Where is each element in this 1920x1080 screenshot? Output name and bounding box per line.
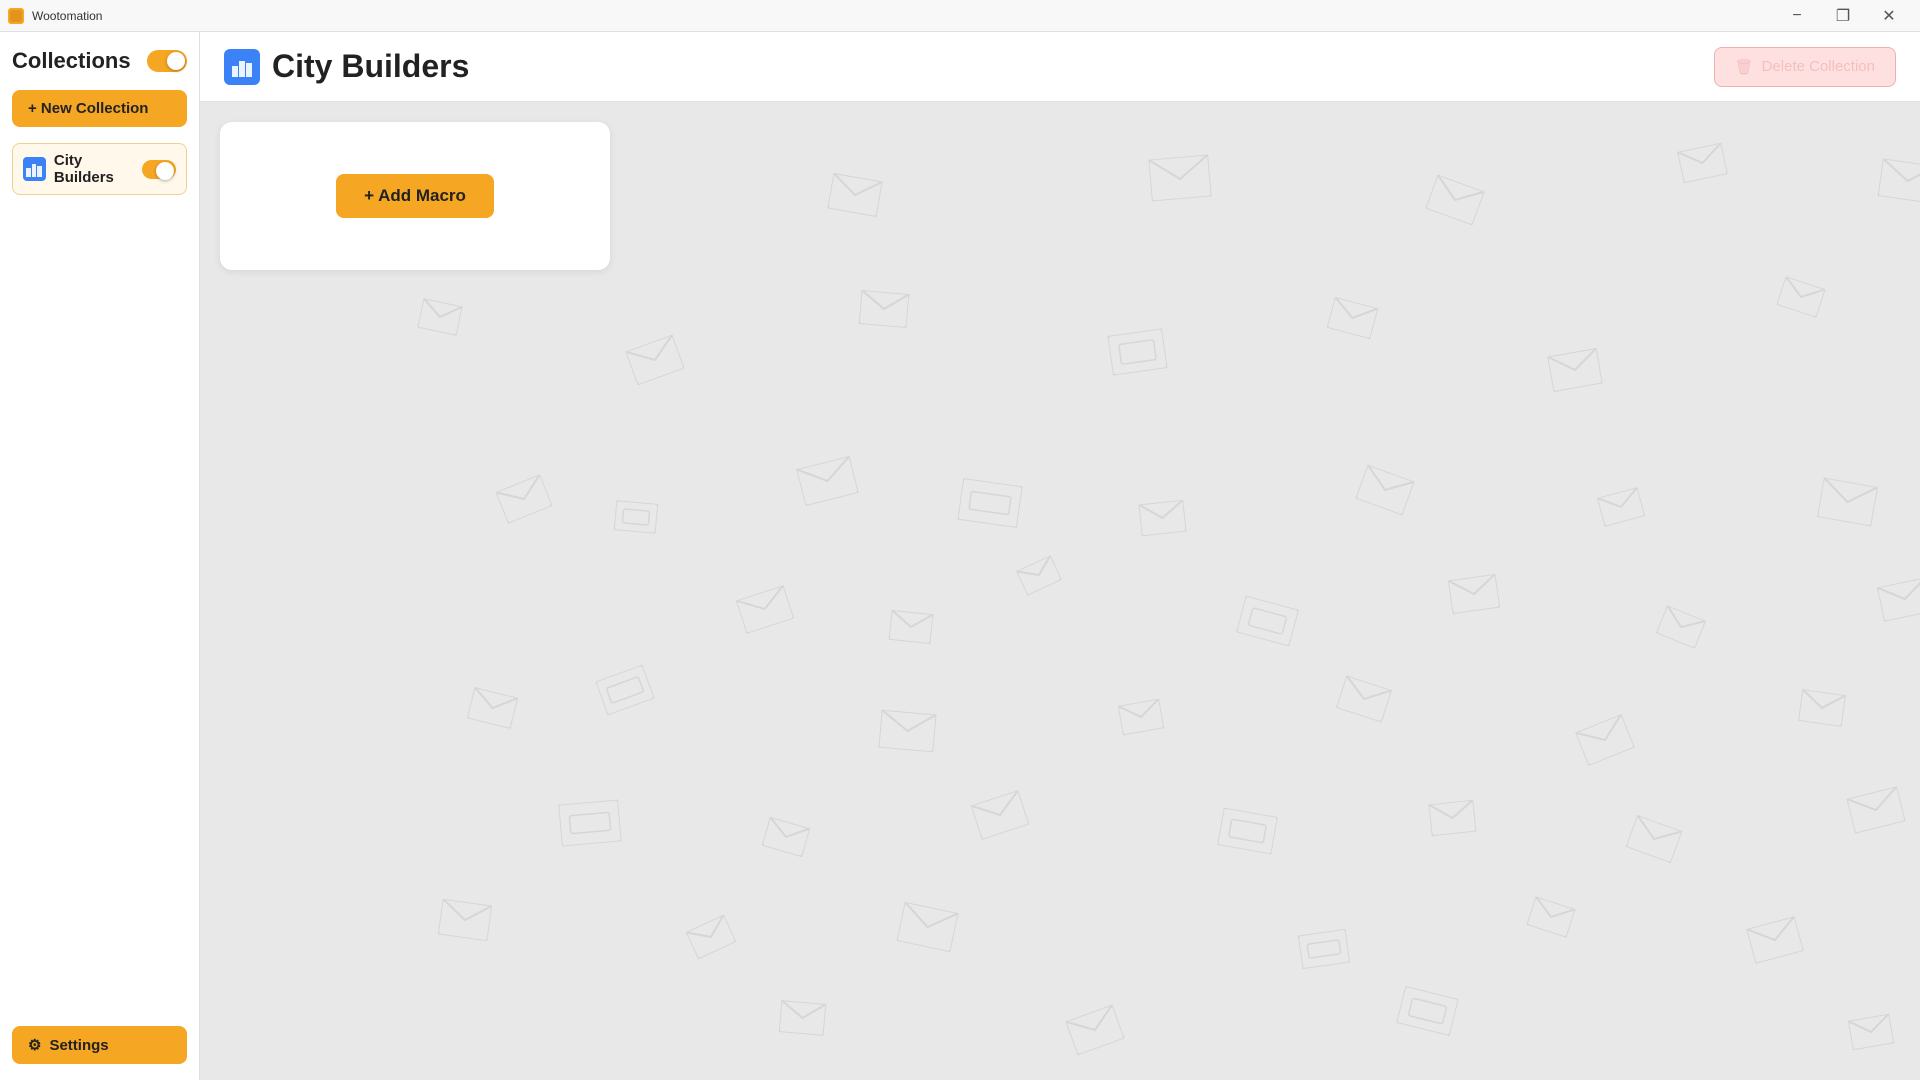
header-collection-icon [224, 49, 260, 85]
main-header-left: City Builders [224, 48, 469, 85]
delete-label: Delete Collection [1762, 58, 1875, 75]
sidebar-header: Collections [12, 48, 187, 74]
page-title: City Builders [272, 48, 469, 85]
collection-toggle[interactable] [142, 160, 176, 179]
sidebar: Collections + New Collection [0, 32, 200, 1080]
settings-button[interactable]: ⚙ Settings [12, 1026, 187, 1064]
collection-item-name: City Builders [54, 152, 142, 186]
add-macro-card: + Add Macro [220, 122, 610, 270]
delete-collection-button[interactable]: 🗑 Delete Collection [1714, 47, 1896, 87]
main-content: City Builders 🗑 Delete Collection [200, 32, 1920, 1080]
main-header: City Builders 🗑 Delete Collection [200, 32, 1920, 102]
restore-button[interactable]: ❐ [1820, 0, 1866, 32]
trash-icon: 🗑 [1735, 58, 1754, 76]
sidebar-title: Collections [12, 48, 131, 74]
app-body: Collections + New Collection [0, 32, 1920, 1080]
close-button[interactable]: ✕ [1866, 0, 1912, 32]
content-area: + Add Macro [200, 102, 1920, 1080]
collection-item-left: City Builders [23, 152, 142, 186]
app-title: Wootomation [32, 9, 102, 23]
sidebar-spacer [12, 195, 187, 1026]
settings-label: Settings [49, 1037, 108, 1054]
title-bar: Wootomation − ❐ ✕ [0, 0, 1920, 32]
title-bar-left: Wootomation [8, 8, 102, 24]
minimize-button[interactable]: − [1774, 0, 1820, 32]
title-bar-controls: − ❐ ✕ [1774, 0, 1912, 32]
collection-game-icon [23, 157, 46, 181]
app-icon [8, 8, 24, 24]
sidebar-item-city-builders[interactable]: City Builders [12, 143, 187, 195]
collections-toggle[interactable] [147, 50, 187, 72]
add-macro-button[interactable]: + Add Macro [336, 174, 494, 218]
new-collection-button[interactable]: + New Collection [12, 90, 187, 127]
gear-icon: ⚙ [28, 1036, 41, 1054]
